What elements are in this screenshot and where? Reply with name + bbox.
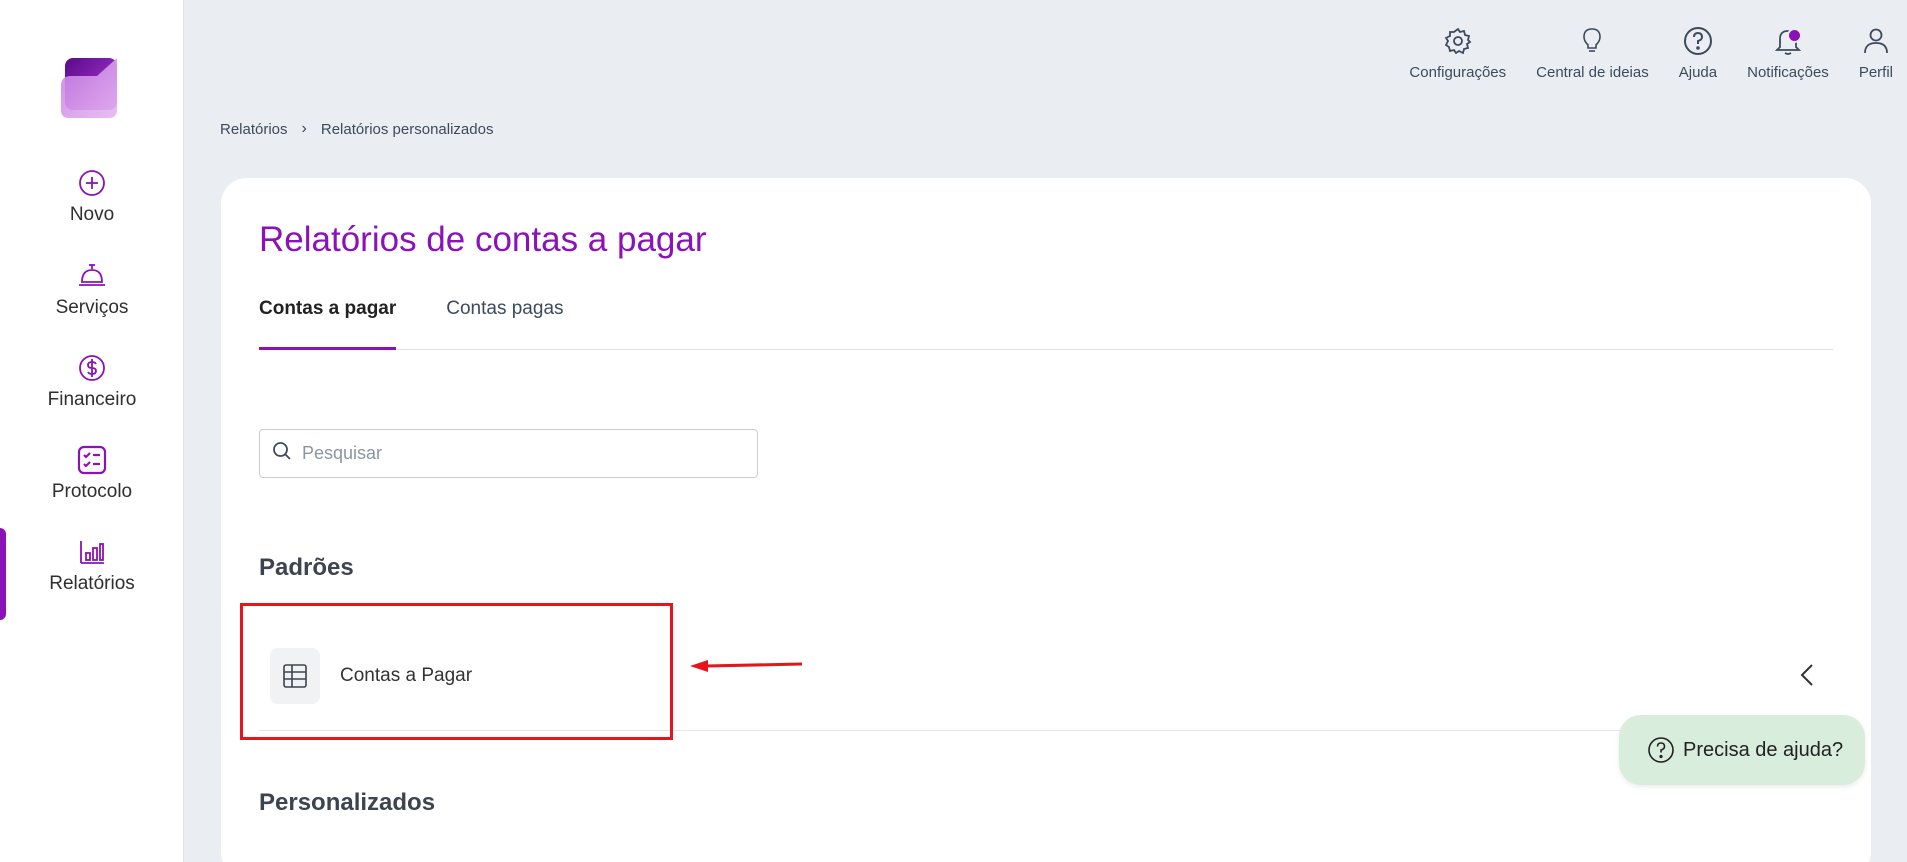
notifications-button[interactable]: Notificações xyxy=(1732,24,1844,88)
help-chat-label: Precisa de ajuda? xyxy=(1683,738,1844,761)
help-nav-button[interactable]: Ajuda xyxy=(1664,24,1732,88)
ideas-label: Central de ideias xyxy=(1536,64,1649,81)
tab-bar: Contas a pagar Contas pagas xyxy=(259,298,1833,350)
highlight-annotation xyxy=(240,603,673,740)
plus-circle-icon xyxy=(77,168,107,198)
search-box xyxy=(259,429,758,478)
nav-item-financeiro[interactable]: Financeiro xyxy=(0,353,184,433)
profile-button[interactable]: Perfil xyxy=(1844,24,1907,88)
chevron-left-icon[interactable] xyxy=(1799,662,1815,693)
nav-label: Relatórios xyxy=(49,573,135,594)
breadcrumb-item-current: Relatórios personalizados xyxy=(320,120,494,138)
section-title-personalizados: Personalizados xyxy=(259,789,436,816)
breadcrumb-item-relatorios[interactable]: Relatórios xyxy=(220,121,288,138)
notifications-label: Notificações xyxy=(1747,64,1829,81)
settings-label: Configurações xyxy=(1409,64,1507,81)
search-icon xyxy=(272,441,292,466)
question-circle-icon xyxy=(1682,24,1714,58)
tab-contas-pagas[interactable]: Contas pagas xyxy=(446,298,563,350)
service-bell-icon xyxy=(77,261,107,291)
app-logo[interactable] xyxy=(57,56,121,120)
arrow-annotation xyxy=(686,655,806,684)
nav-item-novo[interactable]: Novo xyxy=(0,168,184,248)
breadcrumb: Relatórios › Relatórios personalizados xyxy=(220,120,493,138)
nav-label: Serviços xyxy=(55,297,129,318)
nav-item-relatorios[interactable]: Relatórios xyxy=(0,537,184,617)
checklist-icon xyxy=(77,445,107,475)
user-icon xyxy=(1860,24,1892,58)
section-title-padroes: Padrões xyxy=(259,554,354,581)
gear-icon xyxy=(1442,24,1474,58)
top-toolbar: Configurações Central de ideias Ajuda No… xyxy=(1394,24,1907,88)
sidebar: Novo Serviços Financeiro Protocolo Relat… xyxy=(0,0,184,862)
notification-badge xyxy=(1786,28,1802,43)
nav-item-protocolo[interactable]: Protocolo xyxy=(0,445,184,525)
settings-button[interactable]: Configurações xyxy=(1394,24,1521,88)
search-input[interactable] xyxy=(302,443,742,464)
ideas-button[interactable]: Central de ideias xyxy=(1521,24,1664,88)
lightbulb-icon xyxy=(1576,24,1608,58)
help-chat-button[interactable]: Precisa de ajuda? xyxy=(1619,715,1865,785)
nav-label: Financeiro xyxy=(47,389,137,410)
profile-label: Perfil xyxy=(1858,64,1893,81)
help-nav-label: Ajuda xyxy=(1678,64,1718,81)
nav-label: Protocolo xyxy=(51,481,133,502)
nav-label: Novo xyxy=(69,204,115,225)
nav-item-servicos[interactable]: Serviços xyxy=(0,261,184,341)
page-title: Relatórios de contas a pagar xyxy=(259,220,707,259)
bar-chart-icon xyxy=(77,537,107,567)
tab-contas-a-pagar[interactable]: Contas a pagar xyxy=(259,298,397,350)
dollar-circle-icon xyxy=(77,353,107,383)
breadcrumb-separator: › xyxy=(301,120,307,137)
bell-icon xyxy=(1772,24,1804,58)
question-circle-icon xyxy=(1647,736,1675,764)
